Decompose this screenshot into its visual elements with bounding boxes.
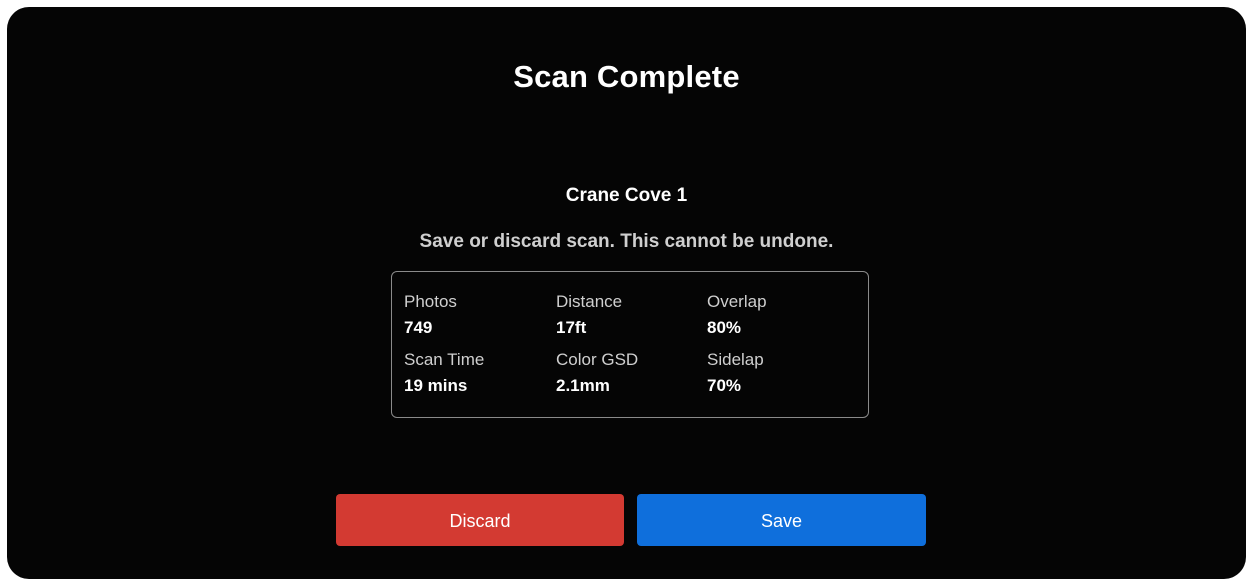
discard-button[interactable]: Discard bbox=[336, 494, 624, 546]
scan-stats-panel: Photos 749 Distance 17ft Overlap 80% Sca… bbox=[391, 271, 869, 418]
stat-label: Scan Time bbox=[404, 350, 485, 369]
stat-label: Distance bbox=[556, 292, 623, 311]
scan-name: Crane Cove 1 bbox=[565, 185, 688, 206]
warning-message: Save or discard scan. This cannot be und… bbox=[419, 231, 834, 252]
stat-label: Photos bbox=[404, 292, 457, 311]
stat-sidelap: Sidelap 70% bbox=[707, 350, 847, 396]
stat-value: 70% bbox=[707, 376, 742, 395]
stat-scan-time: Scan Time 19 mins bbox=[404, 350, 544, 396]
stat-value: 19 mins bbox=[404, 376, 468, 395]
stat-label: Sidelap bbox=[707, 350, 764, 369]
stat-value: 17ft bbox=[556, 318, 587, 337]
scan-complete-screen: Scan Complete Crane Cove 1 Save or disca… bbox=[7, 7, 1246, 579]
stat-overlap: Overlap 80% bbox=[707, 292, 847, 338]
stat-label: Color GSD bbox=[556, 350, 639, 369]
page-title: Scan Complete bbox=[513, 59, 740, 94]
stat-label: Overlap bbox=[707, 292, 767, 311]
stat-value: 80% bbox=[707, 318, 742, 337]
save-button[interactable]: Save bbox=[637, 494, 926, 546]
stat-color-gsd: Color GSD 2.1mm bbox=[556, 350, 696, 396]
stat-photos: Photos 749 bbox=[404, 292, 544, 338]
stat-value: 2.1mm bbox=[556, 376, 610, 395]
stat-value: 749 bbox=[404, 318, 433, 337]
stat-distance: Distance 17ft bbox=[556, 292, 696, 338]
